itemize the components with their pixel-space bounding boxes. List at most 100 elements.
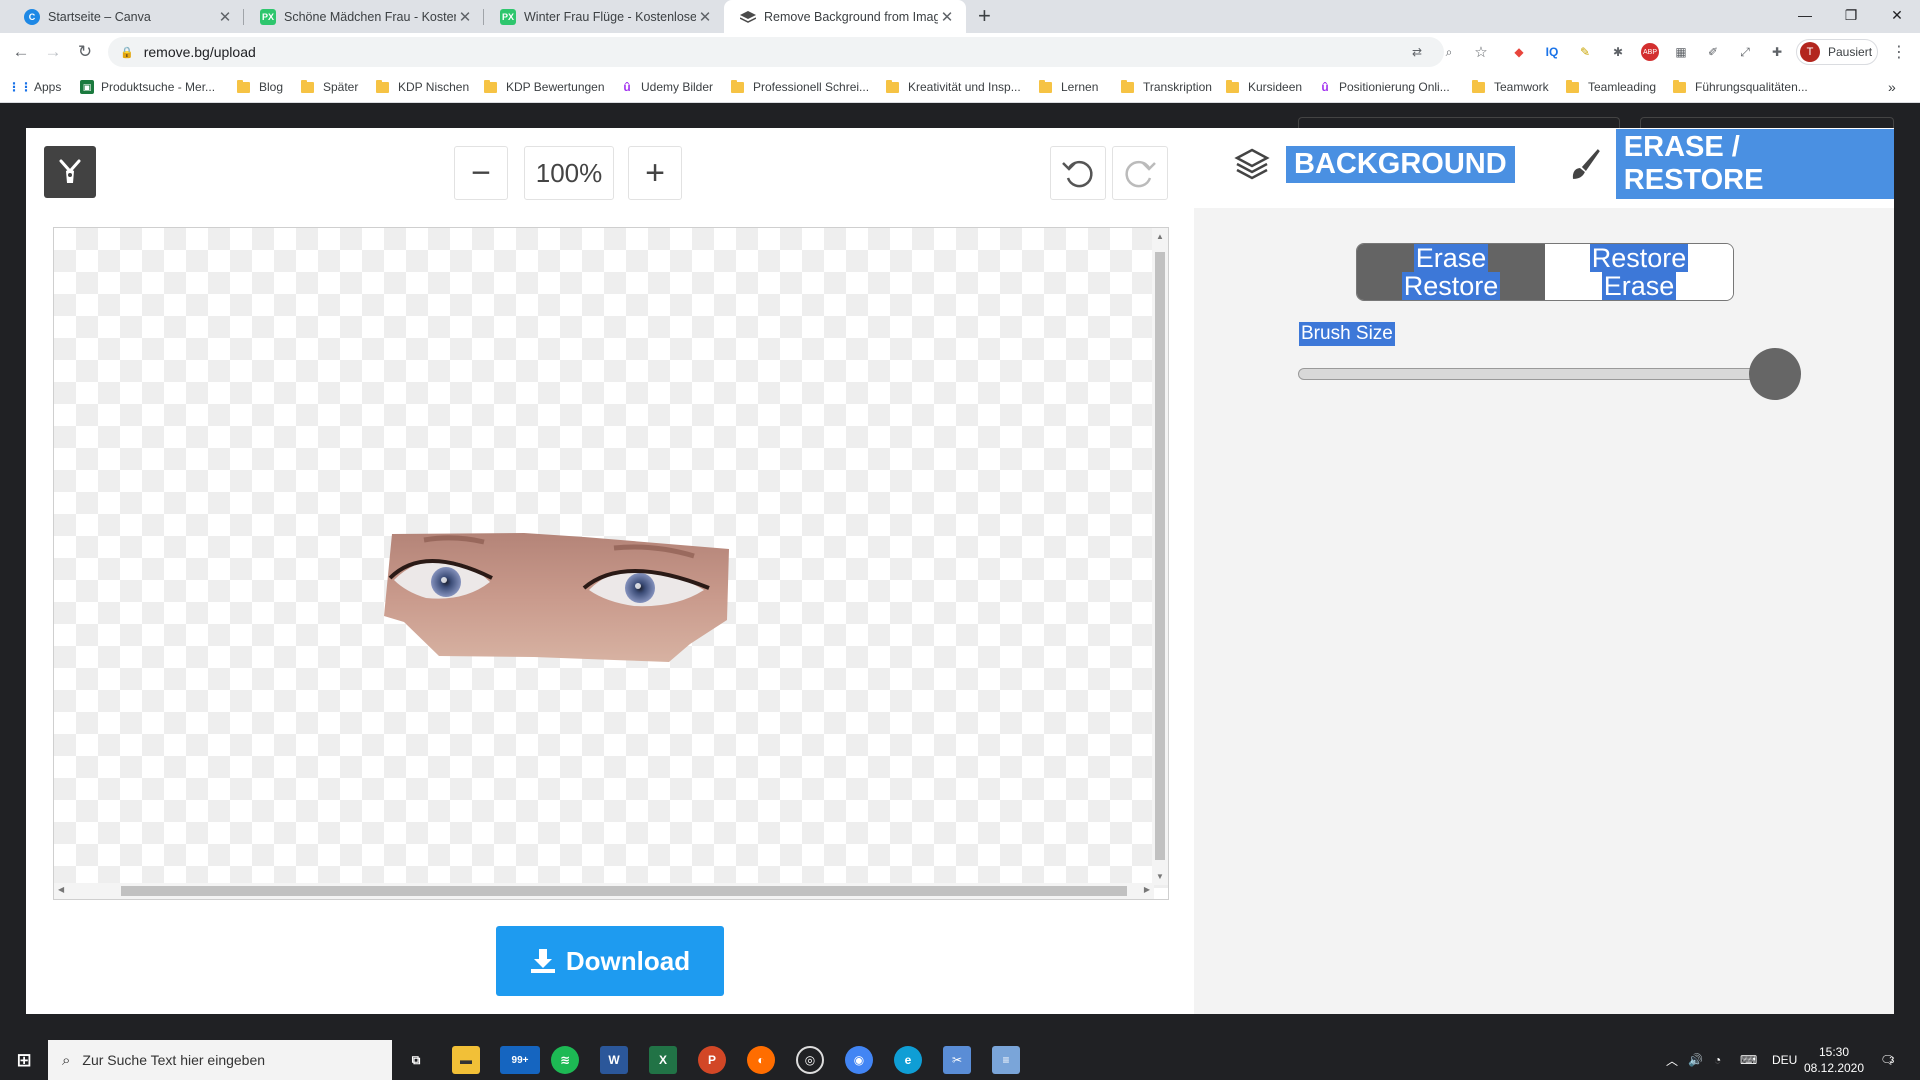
brush-size-slider[interactable] — [1298, 368, 1795, 380]
redo-button[interactable] — [1112, 146, 1168, 200]
scroll-right-arrow-icon[interactable]: ▶ — [1144, 885, 1150, 894]
tray-chevron-icon[interactable]: ︿ — [1666, 1040, 1678, 1080]
extension-iq-icon[interactable]: IQ — [1543, 43, 1561, 61]
excel-icon[interactable]: X — [649, 1046, 677, 1074]
bookmark-item[interactable]: û Positionierung Onli... — [1318, 71, 1449, 103]
zoom-icon[interactable]: ⌕ — [1440, 43, 1458, 61]
bookmark-item[interactable]: Führungsqualitäten... — [1673, 71, 1808, 103]
bookmark-item[interactable]: Blog — [237, 71, 283, 103]
snipping-tool-icon[interactable]: ✂ — [943, 1046, 971, 1074]
new-tab-plus-icon[interactable]: + — [978, 4, 991, 28]
taskbar-search-box[interactable]: ⌕ Zur Suche Text hier eingeben — [48, 1040, 392, 1080]
input-language[interactable]: DEU — [1772, 1040, 1797, 1080]
close-tab-icon[interactable]: ✕ — [696, 8, 714, 26]
tab-background[interactable]: BACKGROUND — [1234, 136, 1515, 192]
extension-gem-icon[interactable]: ◆ — [1510, 43, 1528, 61]
lock-icon: 🔒 — [120, 46, 134, 59]
clock[interactable]: 15:30 08.12.2020 — [1804, 1040, 1864, 1080]
address-bar[interactable]: 🔒 remove.bg/upload — [108, 37, 1444, 67]
zoom-in-button[interactable]: + — [628, 146, 682, 200]
download-button[interactable]: Download — [496, 926, 724, 996]
bookmark-item[interactable]: Später — [301, 71, 358, 103]
app-icon[interactable]: ◐ — [747, 1046, 775, 1074]
image-canvas[interactable]: ▲ ▼ ◀ ▶ — [53, 227, 1169, 900]
tab-title: Winter Frau Flüge - Kostenloses — [524, 9, 696, 24]
restore-window-icon[interactable]: ❐ — [1828, 0, 1874, 30]
extension-puzzle-alt-icon[interactable]: ✱ — [1609, 43, 1627, 61]
bookmark-item[interactable]: Lernen — [1039, 71, 1098, 103]
notepad-icon[interactable]: ≡ — [992, 1046, 1020, 1074]
obs-icon[interactable]: ◎ — [796, 1046, 824, 1074]
powerpoint-icon[interactable]: P — [698, 1046, 726, 1074]
bookmark-apps[interactable]: ⋮⋮ Apps — [8, 71, 61, 103]
chrome-icon[interactable]: ◉ — [845, 1046, 873, 1074]
bookmark-item[interactable]: Kursideen — [1226, 71, 1302, 103]
network-icon[interactable]: ◔ — [1714, 1040, 1721, 1080]
forward-arrow-icon[interactable]: → — [41, 40, 65, 64]
download-icon — [530, 949, 555, 973]
folder-icon — [1673, 79, 1686, 93]
extension-pen-icon[interactable]: ✎ — [1576, 43, 1594, 61]
bookmark-item[interactable]: ▣ Produktsuche - Mer... — [80, 71, 215, 103]
close-tab-icon[interactable]: ✕ — [456, 8, 474, 26]
notification-center[interactable]: 🗨 3 — [1880, 1040, 1895, 1080]
paintbrush-icon — [1572, 149, 1600, 179]
erase-restore-toggle[interactable]: Erase Restore Restore Erase — [1356, 243, 1734, 301]
folder-icon — [301, 79, 314, 93]
file-explorer-icon[interactable]: ▬ — [452, 1046, 480, 1074]
bookmark-item[interactable]: Professionell Schrei... — [731, 71, 869, 103]
mail-icon[interactable]: 99+ — [500, 1046, 540, 1074]
word-icon[interactable]: W — [600, 1046, 628, 1074]
task-view-icon[interactable]: ⧉ — [402, 1046, 430, 1074]
horizontal-scrollbar[interactable]: ◀ ▶ — [54, 883, 1154, 899]
profile-button[interactable]: T Pausiert — [1796, 39, 1878, 65]
keyboard-icon[interactable]: ⌨ — [1740, 1040, 1757, 1080]
windows-start-icon[interactable]: ⊞ — [10, 1046, 38, 1074]
bookmark-item[interactable]: KDP Bewertungen — [484, 71, 605, 103]
bookmark-item[interactable]: û Udemy Bilder — [620, 71, 713, 103]
volume-icon[interactable]: 🔊 — [1688, 1040, 1703, 1080]
browser-tab-pixabay-1[interactable]: PX Schöne Mädchen Frau - Kostenlo ✕ — [244, 0, 484, 33]
tab-erase-restore[interactable]: ERASE / RESTORE — [1568, 129, 1894, 199]
merch-icon: ▣ — [80, 80, 94, 94]
more-bookmarks-icon[interactable]: » — [1888, 71, 1896, 103]
zoom-out-button[interactable]: − — [454, 146, 508, 200]
edge-icon[interactable]: e — [894, 1046, 922, 1074]
kebab-menu-icon[interactable]: ⋮ — [1890, 43, 1908, 61]
horizontal-scroll-thumb[interactable] — [121, 886, 1127, 896]
bookmark-item[interactable]: Teamwork — [1472, 71, 1549, 103]
browser-tab-removebg[interactable]: Remove Background from Image ✕ — [724, 0, 966, 33]
eyedropper-icon[interactable]: ✐ — [1704, 43, 1722, 61]
close-tab-icon[interactable]: ✕ — [938, 8, 956, 26]
translate-icon[interactable]: ⇄ — [1408, 43, 1426, 61]
close-window-icon[interactable]: ✕ — [1874, 0, 1920, 30]
browser-tab-pixabay-2[interactable]: PX Winter Frau Flüge - Kostenloses ✕ — [484, 0, 724, 33]
reload-icon[interactable]: ↻ — [73, 40, 97, 64]
undo-button[interactable] — [1050, 146, 1106, 200]
browser-tab-canva[interactable]: C Startseite – Canva ✕ — [8, 0, 244, 33]
star-bookmark-icon[interactable]: ☆ — [1472, 43, 1490, 61]
vertical-scroll-thumb[interactable] — [1155, 252, 1165, 860]
spotify-icon[interactable]: ≋ — [551, 1046, 579, 1074]
bookmark-item[interactable]: Teamleading — [1566, 71, 1656, 103]
bookmark-item[interactable]: Transkription — [1121, 71, 1212, 103]
extension-grid-icon[interactable]: ▦ — [1672, 43, 1690, 61]
back-arrow-icon[interactable]: ← — [9, 40, 33, 64]
brush-mode-button[interactable] — [44, 146, 96, 198]
restore-option[interactable]: Restore Erase — [1545, 244, 1733, 300]
bookmark-item[interactable]: Kreativität und Insp... — [886, 71, 1021, 103]
erase-option[interactable]: Erase Restore — [1357, 244, 1545, 300]
fullscreen-icon[interactable]: ⤢ — [1736, 43, 1754, 61]
minimize-icon[interactable]: — — [1782, 0, 1828, 30]
bookmark-item[interactable]: KDP Nischen — [376, 71, 469, 103]
scroll-down-arrow-icon[interactable]: ▼ — [1152, 872, 1168, 881]
close-tab-icon[interactable]: ✕ — [216, 8, 234, 26]
extensions-puzzle-icon[interactable]: ✚ — [1768, 43, 1786, 61]
vertical-scrollbar[interactable]: ▲ ▼ — [1152, 228, 1168, 885]
brush-size-slider-thumb[interactable] — [1749, 348, 1802, 400]
scroll-left-arrow-icon[interactable]: ◀ — [58, 885, 64, 894]
scroll-up-arrow-icon[interactable]: ▲ — [1152, 232, 1168, 241]
windows-taskbar: ⊞ ⌕ Zur Suche Text hier eingeben ⧉ ▬ 99+… — [0, 1040, 1920, 1080]
adblock-icon[interactable]: ABP — [1641, 43, 1659, 61]
undo-icon — [1062, 160, 1093, 188]
